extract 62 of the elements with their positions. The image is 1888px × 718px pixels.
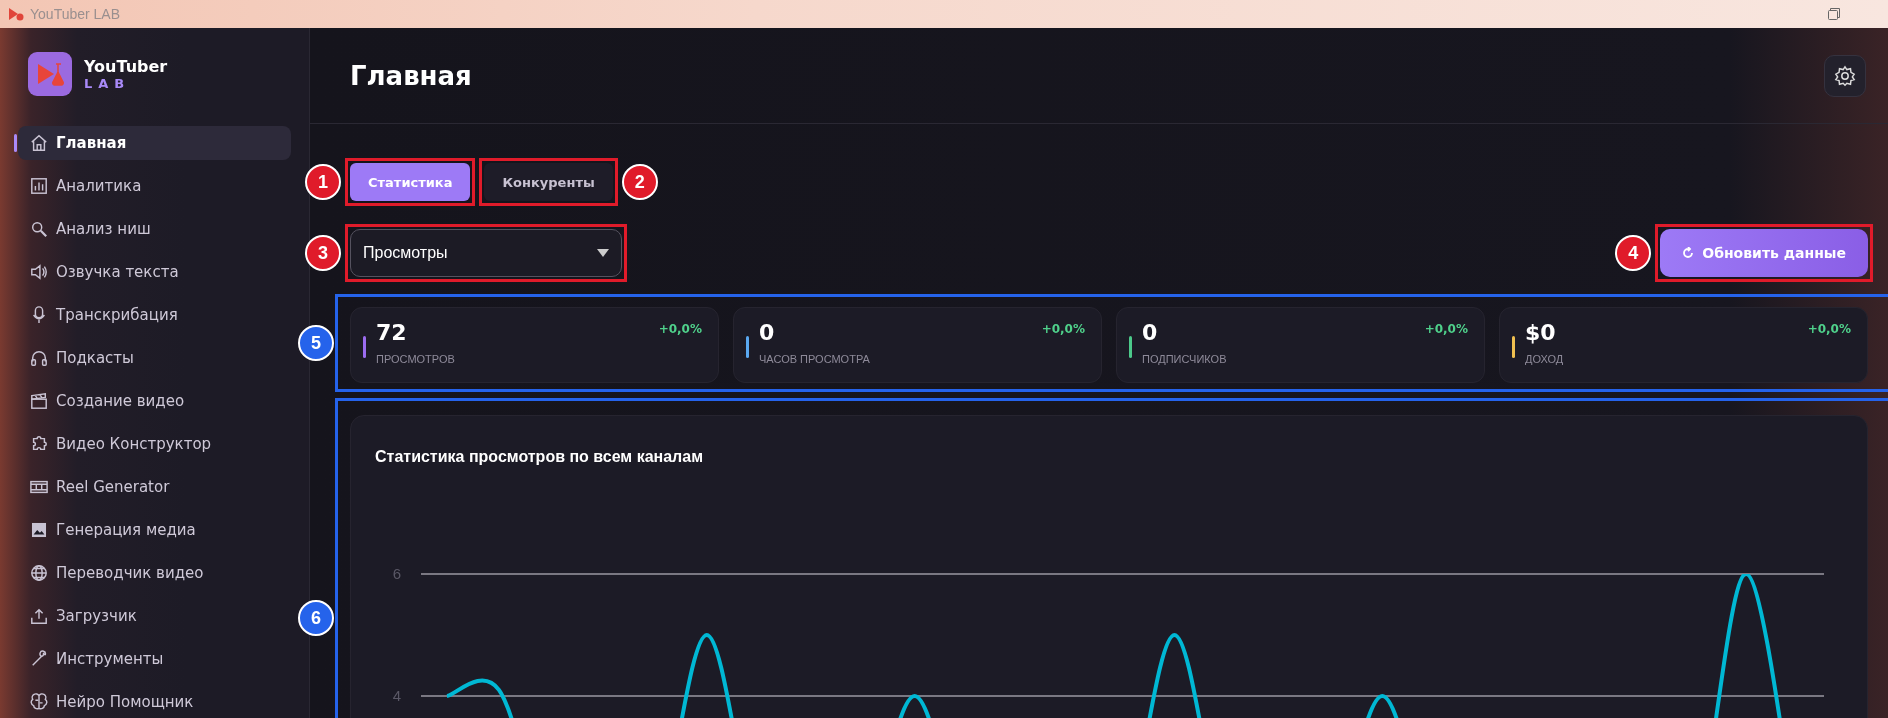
logo-name: YouTuber — [84, 57, 168, 76]
stat-label: ПОДПИСЧИКОВ — [1142, 353, 1227, 365]
home-icon — [30, 134, 48, 152]
stat-change: +0,0% — [658, 322, 702, 338]
stat-label: ДОХОД — [1525, 353, 1564, 365]
wrench-icon — [30, 650, 48, 668]
image-icon — [30, 521, 48, 539]
brain-icon — [30, 693, 48, 711]
callout-number: 2 — [621, 164, 658, 200]
stat-value: 0 — [1142, 320, 1159, 345]
metric-dropdown[interactable]: Просмотры — [350, 229, 622, 277]
sidebar-item[interactable]: Транскрибация — [18, 298, 291, 332]
callout-number: 6 — [298, 600, 334, 636]
logo-icon — [28, 52, 72, 96]
sidebar-item[interactable]: Анализ ниш — [18, 212, 291, 246]
globe-icon — [30, 564, 48, 582]
sidebar-item[interactable]: Подкасты — [18, 341, 291, 375]
settings-icon — [1834, 64, 1856, 87]
y-tick-label: 6 — [392, 565, 401, 582]
restore-icon[interactable] — [1828, 8, 1840, 20]
callout-number: 4 — [1615, 235, 1652, 271]
page-title: Главная — [350, 60, 472, 91]
sidebar-item[interactable]: Видео Конструктор — [18, 427, 291, 461]
settings-button[interactable] — [1824, 54, 1866, 97]
y-tick-label: 4 — [392, 687, 401, 704]
sidebar-item[interactable]: Создание видео — [18, 384, 291, 418]
stat-value: 0 — [759, 320, 776, 345]
caret-icon — [597, 249, 609, 257]
stat-label: ПРОСМОТРОВ — [376, 353, 455, 365]
callout-number: 5 — [298, 325, 334, 361]
clapperboard-icon — [30, 392, 48, 410]
stat-change: +0,0% — [1424, 322, 1468, 338]
speaker-icon — [30, 263, 48, 281]
sidebar-item[interactable]: Инструменты — [18, 642, 291, 676]
tab[interactable]: Конкуренты — [484, 163, 613, 201]
logo-subtitle: LAB — [84, 76, 132, 91]
stat-value: $0 — [1525, 320, 1557, 345]
sidebar-item[interactable]: Reel Generator — [18, 470, 291, 504]
stat-change: +0,0% — [1041, 322, 1085, 338]
stat-value: 72 — [376, 320, 408, 345]
sidebar-item[interactable]: Нейро Помощник — [18, 685, 291, 718]
stat-label: ЧАСОВ ПРОСМОТРА — [759, 353, 870, 365]
upload-icon — [30, 607, 48, 625]
sidebar-item[interactable]: Генерация медиа — [18, 513, 291, 547]
search-icon — [30, 220, 48, 238]
headphones-icon — [30, 349, 48, 367]
callout-number: 1 — [305, 164, 341, 200]
stat-change: +0,0% — [1807, 322, 1851, 338]
callout-number: 3 — [305, 235, 341, 271]
sidebar-item[interactable]: Загрузчик — [18, 599, 291, 633]
chart-title: Статистика просмотров по всем каналам — [374, 447, 704, 466]
sidebar-item[interactable]: Аналитика — [18, 169, 291, 203]
microphone-icon — [30, 306, 48, 324]
sidebar-item[interactable]: Озвучка текста — [18, 255, 291, 289]
refresh-icon — [1682, 247, 1695, 259]
puzzle-icon — [30, 435, 48, 453]
app-icon — [8, 6, 24, 22]
bar-chart-icon — [30, 177, 48, 195]
film-icon — [30, 478, 48, 496]
sidebar-item[interactable]: Переводчик видео — [18, 556, 291, 590]
refresh-button[interactable]: Обновить данные — [1660, 229, 1868, 277]
window-title: YouTuber LAB — [30, 6, 121, 22]
